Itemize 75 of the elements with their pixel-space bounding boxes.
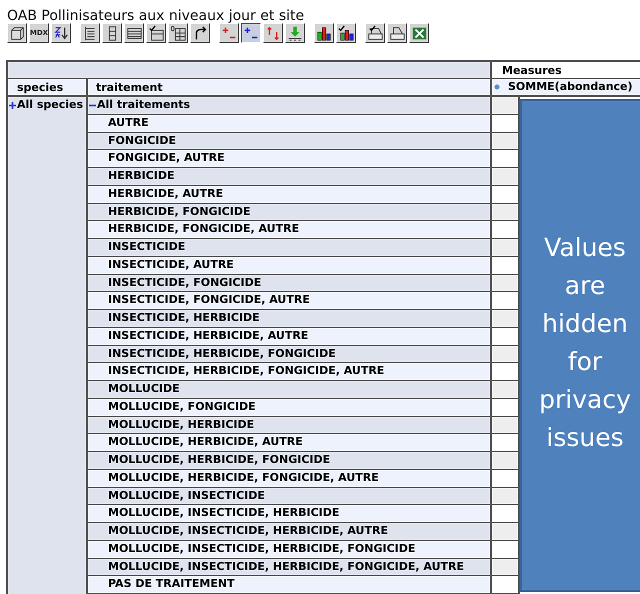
cube-icon <box>8 24 26 42</box>
plus-icon[interactable] <box>9 102 16 108</box>
bar-chart-icon <box>316 24 332 42</box>
row-label: MOLLUCIDE, FONGICIDE <box>88 398 492 416</box>
value-cell <box>492 256 520 274</box>
row-label: INSECTICIDE, HERBICIDE, AUTRE <box>88 328 492 346</box>
spreadsheet-icon <box>410 24 428 42</box>
value-cell <box>492 274 520 292</box>
row-label: INSECTICIDE, FONGICIDE, AUTRE <box>88 292 492 310</box>
checked-table-icon <box>148 24 164 42</box>
value-cell <box>492 398 520 416</box>
value-cell <box>492 540 520 558</box>
zero-table-icon <box>170 24 186 42</box>
row-label: MOLLUCIDE, INSECTICIDE, HERBICIDE, FONGICIDE, AUTRE <box>88 558 492 576</box>
value-cell <box>492 310 520 328</box>
value-cell <box>492 488 520 506</box>
value-cell <box>492 416 520 434</box>
row-label: HERBICIDE, AUTRE <box>88 186 492 204</box>
row-label: AUTRE <box>88 114 492 132</box>
up-down-arrows-icon <box>264 24 282 42</box>
row-label: HERBICIDE, FONGICIDE, AUTRE <box>88 221 492 239</box>
row-label: MOLLUCIDE, INSECTICIDE, HERBICIDE, FONGICIDE <box>88 540 492 558</box>
row-label: MOLLUCIDE, HERBICIDE, AUTRE <box>88 434 492 452</box>
value-cell <box>492 328 520 346</box>
value-cell <box>492 221 520 239</box>
value-cell <box>492 292 520 310</box>
row-label: MOLLUCIDE, HERBICIDE <box>88 416 492 434</box>
row-label: INSECTICIDE <box>88 239 492 257</box>
overlay-text: Values are hidden for privacy issues <box>538 232 632 454</box>
value-cell <box>492 150 520 168</box>
column-header: species <box>8 79 88 97</box>
row-label: All traitements <box>97 97 190 114</box>
checked-bar-chart-icon <box>338 24 354 42</box>
sort-icon <box>52 24 70 42</box>
row-label: FONGICIDE <box>88 132 492 150</box>
row-label: INSECTICIDE, HERBICIDE <box>88 310 492 328</box>
row-label: MOLLUCIDE, HERBICIDE, FONGICIDE <box>88 452 492 470</box>
toolbar-button[interactable] <box>241 23 261 43</box>
row-label: FONGICIDE, AUTRE <box>88 150 492 168</box>
printer-icon <box>388 24 406 42</box>
row-label: PAS DE TRAITEMENT <box>88 576 492 594</box>
row-label: MOLLUCIDE, INSECTICIDE, HERBICIDE, AUTRE <box>88 523 492 541</box>
printer-icon <box>366 24 384 42</box>
bullet-icon <box>494 84 500 90</box>
value-cell <box>492 523 520 541</box>
value-cell <box>492 186 520 204</box>
value-cell <box>492 239 520 257</box>
row-label: INSECTICIDE, FONGICIDE <box>88 274 492 292</box>
row-label: INSECTICIDE, AUTRE <box>88 256 492 274</box>
row-label: HERBICIDE <box>88 168 492 186</box>
row-label: INSECTICIDE, HERBICIDE, FONGICIDE <box>88 346 492 364</box>
value-cell <box>492 505 520 523</box>
row-label: INSECTICIDE, HERBICIDE, FONGICIDE, AUTRE <box>88 363 492 381</box>
down-arrow-icon <box>286 24 304 42</box>
row-label: MOLLUCIDE, HERBICIDE, FONGICIDE, AUTRE <box>88 470 492 488</box>
minus-icon[interactable] <box>89 102 96 109</box>
value-cell <box>492 363 520 381</box>
value-cell <box>492 204 520 222</box>
value-cell <box>492 558 520 576</box>
value-cell <box>492 346 520 364</box>
value-cell <box>492 381 520 399</box>
value-cell <box>492 132 520 150</box>
measure-header: SOMME(abondance) <box>508 79 633 95</box>
value-cell <box>492 114 520 132</box>
page-title: OAB Pollinisateurs aux niveaux jour et site <box>7 8 304 24</box>
row-label: All species <box>17 97 84 113</box>
value-cell <box>492 452 520 470</box>
row-label: MOLLUCIDE <box>88 381 492 399</box>
value-cell <box>492 470 520 488</box>
value-cell <box>492 168 520 186</box>
value-cell <box>492 434 520 452</box>
column-header: traitement <box>88 79 492 97</box>
row-label: HERBICIDE, FONGICIDE <box>88 204 492 222</box>
row-label: MOLLUCIDE, INSECTICIDE, HERBICIDE <box>88 505 492 523</box>
row-label: MOLLUCIDE, INSECTICIDE <box>88 488 492 506</box>
